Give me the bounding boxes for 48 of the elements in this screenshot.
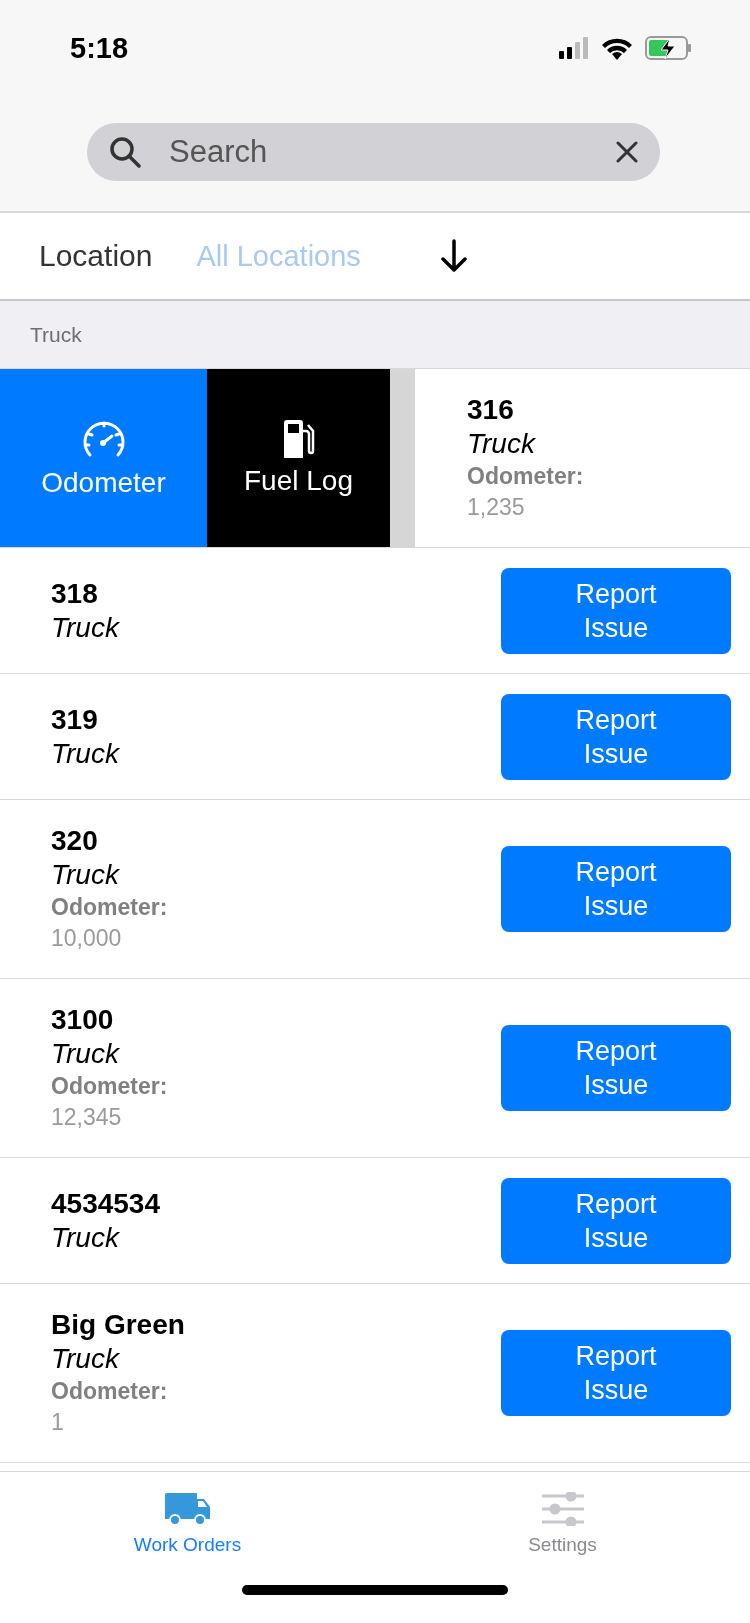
vehicle-type: Truck — [51, 1220, 119, 1255]
report-issue-button[interactable]: Report Issue — [501, 846, 731, 932]
wifi-icon — [601, 36, 633, 60]
vehicle-type: Truck — [51, 1342, 119, 1376]
vehicle-name: 316 — [467, 393, 514, 427]
vehicle-type: Truck — [51, 858, 119, 892]
report-issue-button[interactable]: Report Issue — [501, 693, 731, 780]
tab-bar-item[interactable]: Settings — [375, 1472, 750, 1557]
battery-icon — [645, 36, 692, 60]
report-issue-button[interactable]: Report Issue — [501, 567, 731, 654]
fuel-log-action[interactable]: Fuel Log — [207, 369, 390, 547]
odometer-value: 10,000 — [51, 924, 122, 953]
vehicle-name: 319 — [51, 702, 98, 737]
close-icon[interactable] — [616, 141, 638, 163]
search-input[interactable]: Search — [167, 133, 590, 171]
location-field[interactable]: All Locations — [194, 238, 375, 274]
signal-icon — [559, 37, 589, 59]
vehicle-name: Big Green — [51, 1308, 185, 1342]
odometer-value: 1,235 — [467, 493, 525, 522]
odometer-value: 12,345 — [51, 1103, 122, 1132]
odometer-label: Odometer: — [51, 1072, 168, 1101]
report-issue-button[interactable]: Report Issue — [501, 1025, 731, 1111]
odometer-action[interactable]: Odometer — [0, 369, 207, 547]
vehicle-name: 4534534 — [51, 1186, 160, 1221]
vehicle-type: Truck — [51, 1037, 119, 1071]
report-issue-button[interactable]: Report Issue — [501, 1330, 731, 1416]
section-header: Truck — [30, 322, 82, 347]
vehicle-type: Truck — [51, 610, 119, 645]
status-time: 5:18 — [70, 31, 129, 65]
report-issue-button[interactable]: Report Issue — [501, 1177, 731, 1264]
swiped-list-row[interactable]: Odometer Fuel Log 316 Truck Odometer: 1,235 — [0, 369, 750, 548]
down-arrow-icon[interactable] — [440, 239, 469, 273]
truck-icon — [164, 1492, 211, 1526]
search-bar[interactable]: Search — [87, 123, 660, 181]
vehicle-type: Truck — [467, 427, 535, 461]
search-icon — [109, 136, 141, 168]
vehicle-name: 3100 — [51, 1003, 114, 1037]
vehicle-name: 320 — [51, 824, 98, 858]
location-label: Location — [39, 239, 153, 273]
sliders-icon — [541, 1492, 584, 1526]
vehicle-type: Truck — [51, 736, 119, 771]
fuel-pump-icon — [281, 419, 316, 459]
vehicle-name: 318 — [51, 576, 98, 611]
odometer-label: Odometer: — [467, 462, 584, 491]
tab-bar-item[interactable]: Work Orders — [0, 1472, 375, 1557]
odometer-value: 1 — [51, 1408, 64, 1437]
odometer-label: Odometer: — [51, 893, 168, 922]
odometer-label: Odometer: — [51, 1377, 168, 1406]
